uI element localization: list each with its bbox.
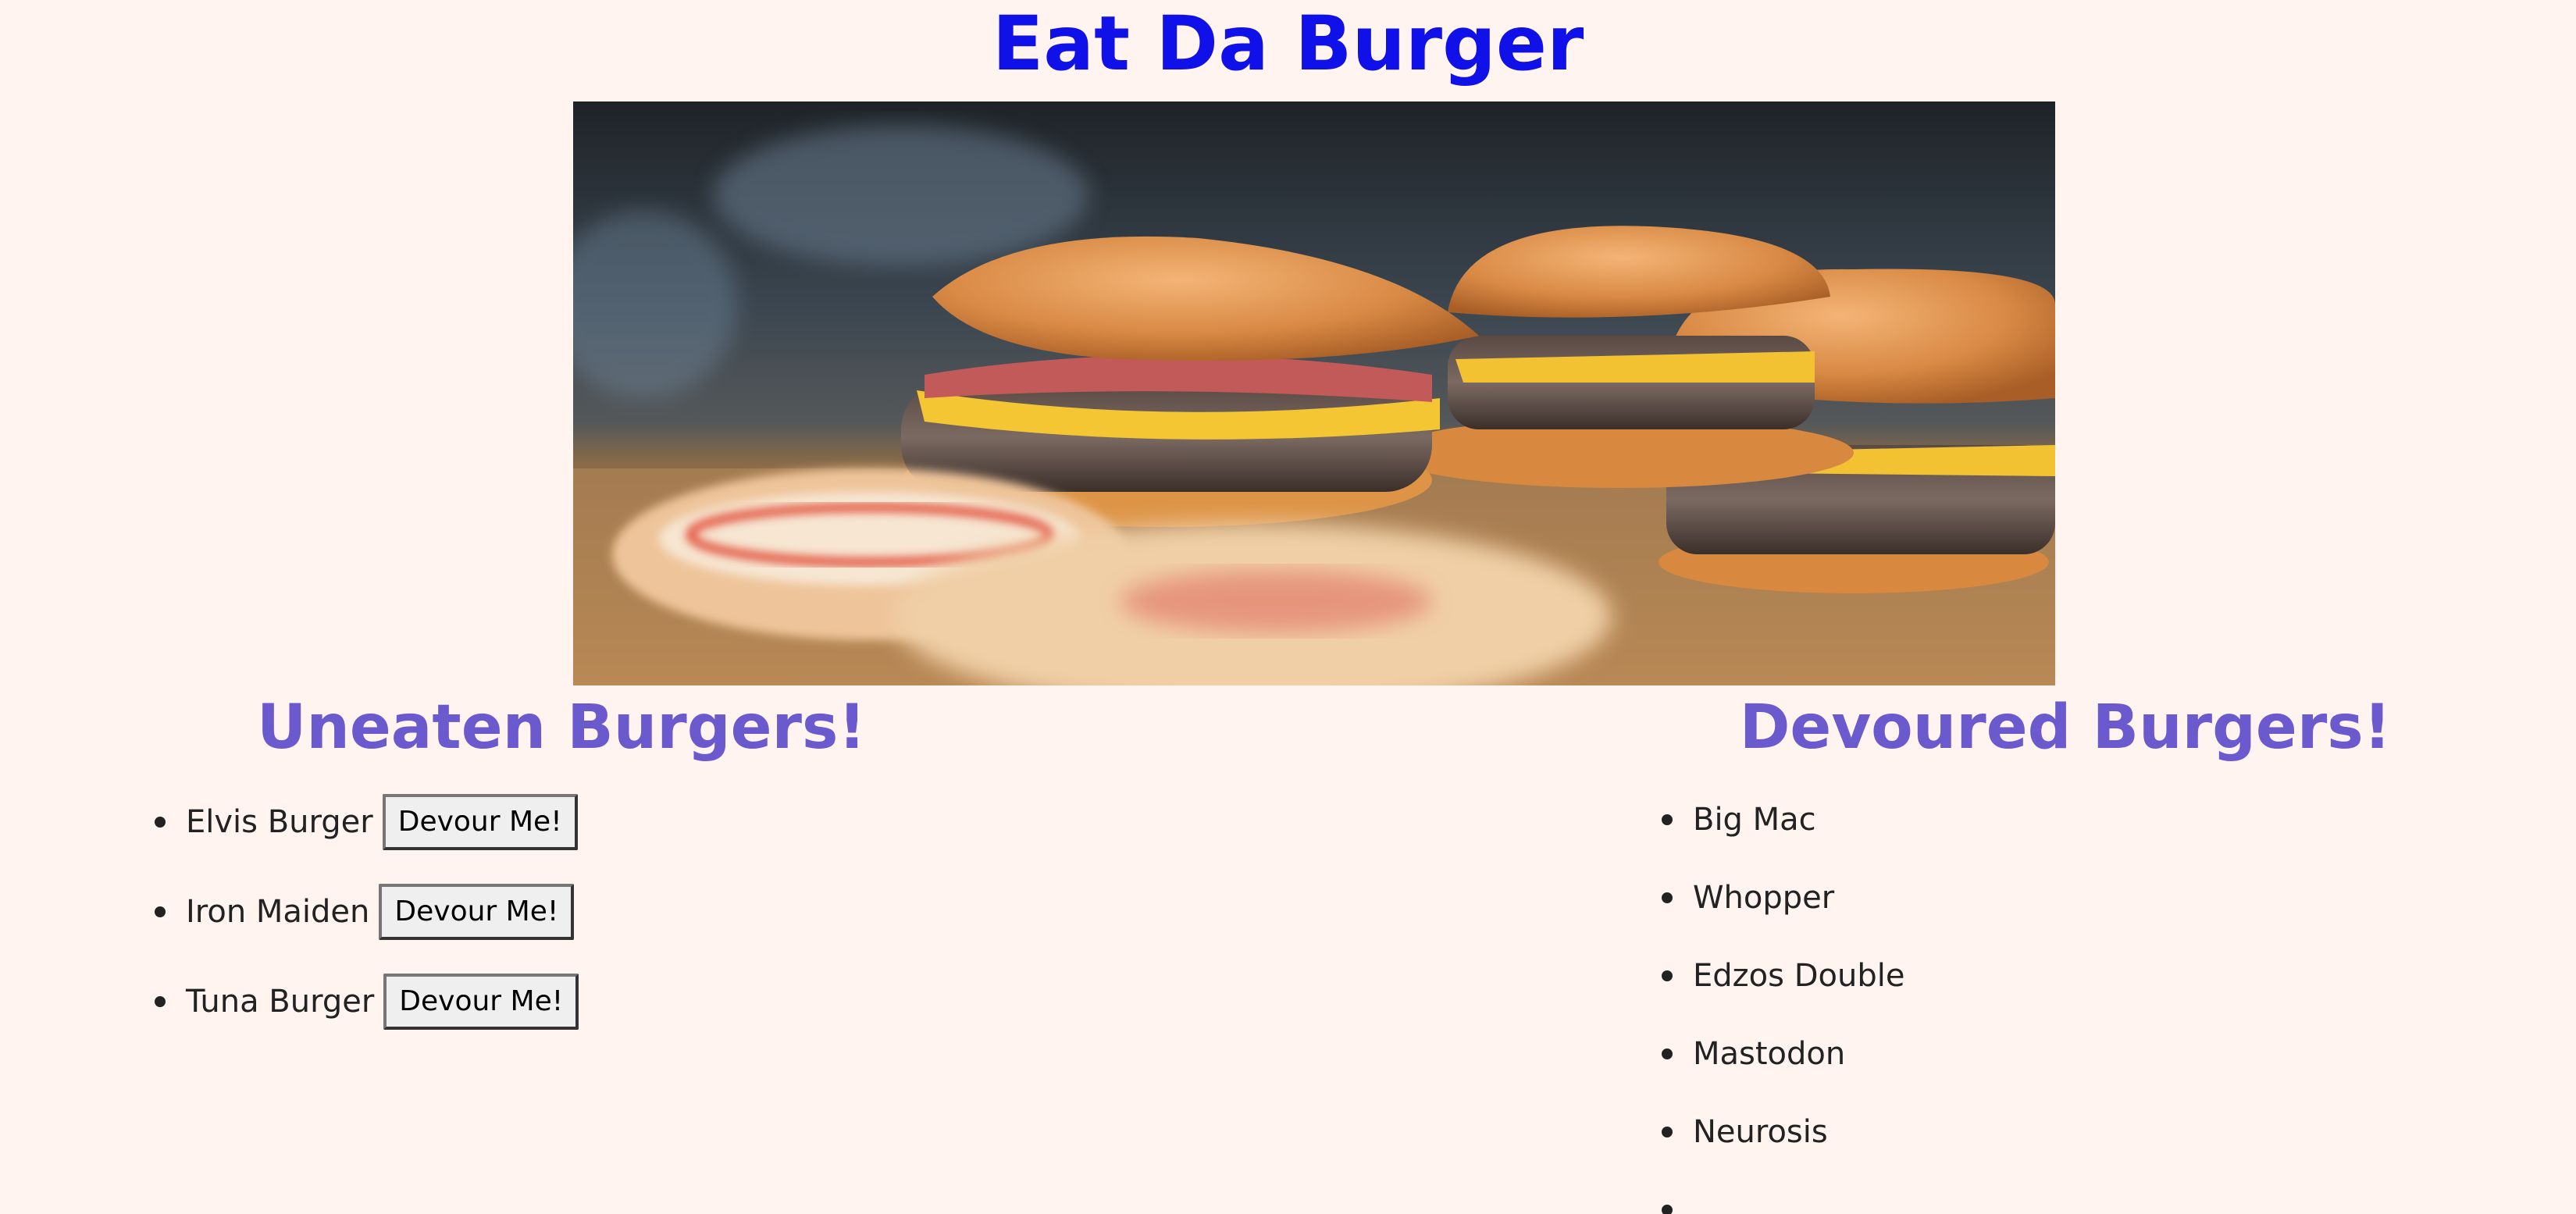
burger-name: Neurosis bbox=[1693, 1114, 1828, 1150]
uneaten-list: Elvis Burger Devour Me! Iron Maiden Devo… bbox=[155, 777, 579, 1046]
bullet-icon bbox=[1662, 1127, 1673, 1137]
devoured-heading: Devoured Burgers! bbox=[1739, 692, 2392, 763]
list-item: Whopper bbox=[1662, 859, 1904, 937]
bullet-icon bbox=[155, 816, 166, 828]
bullet-icon bbox=[1662, 1205, 1673, 1214]
page: Eat Da Burger Uneaten Burgers! Devoured … bbox=[0, 0, 2576, 1214]
list-item bbox=[1662, 1171, 1904, 1214]
burger-name: Mastodon bbox=[1693, 1036, 1846, 1072]
burger-name: Big Mac bbox=[1693, 802, 1816, 838]
bullet-icon bbox=[1662, 1048, 1673, 1059]
hero-image bbox=[573, 101, 2055, 685]
devour-button[interactable]: Devour Me! bbox=[379, 883, 575, 940]
devoured-list: Big Mac Whopper Edzos Double Mastodon Ne… bbox=[1662, 781, 1904, 1214]
burger-name: Iron Maiden bbox=[186, 893, 370, 930]
bullet-icon bbox=[1662, 892, 1673, 903]
burger-name: Elvis Burger bbox=[186, 803, 373, 840]
list-item: Iron Maiden Devour Me! bbox=[155, 867, 579, 956]
list-item: Elvis Burger Devour Me! bbox=[155, 777, 579, 867]
devour-button[interactable]: Devour Me! bbox=[382, 793, 578, 850]
uneaten-heading: Uneaten Burgers! bbox=[257, 692, 866, 763]
list-item: Edzos Double bbox=[1662, 937, 1904, 1015]
list-item: Big Mac bbox=[1662, 781, 1904, 859]
devour-button[interactable]: Devour Me! bbox=[383, 973, 579, 1030]
list-item: Mastodon bbox=[1662, 1015, 1904, 1093]
burger-name: Tuna Burger bbox=[186, 983, 375, 1020]
bullet-icon bbox=[1662, 970, 1673, 981]
page-title: Eat Da Burger bbox=[992, 0, 1584, 87]
burger-name: Whopper bbox=[1693, 880, 1835, 916]
bullet-icon bbox=[1662, 814, 1673, 825]
list-item: Neurosis bbox=[1662, 1093, 1904, 1171]
burgers-photo bbox=[573, 101, 2055, 685]
bullet-icon bbox=[155, 995, 166, 1007]
list-item: Tuna Burger Devour Me! bbox=[155, 956, 579, 1046]
bullet-icon bbox=[155, 906, 166, 917]
burger-name: Edzos Double bbox=[1693, 958, 1905, 994]
